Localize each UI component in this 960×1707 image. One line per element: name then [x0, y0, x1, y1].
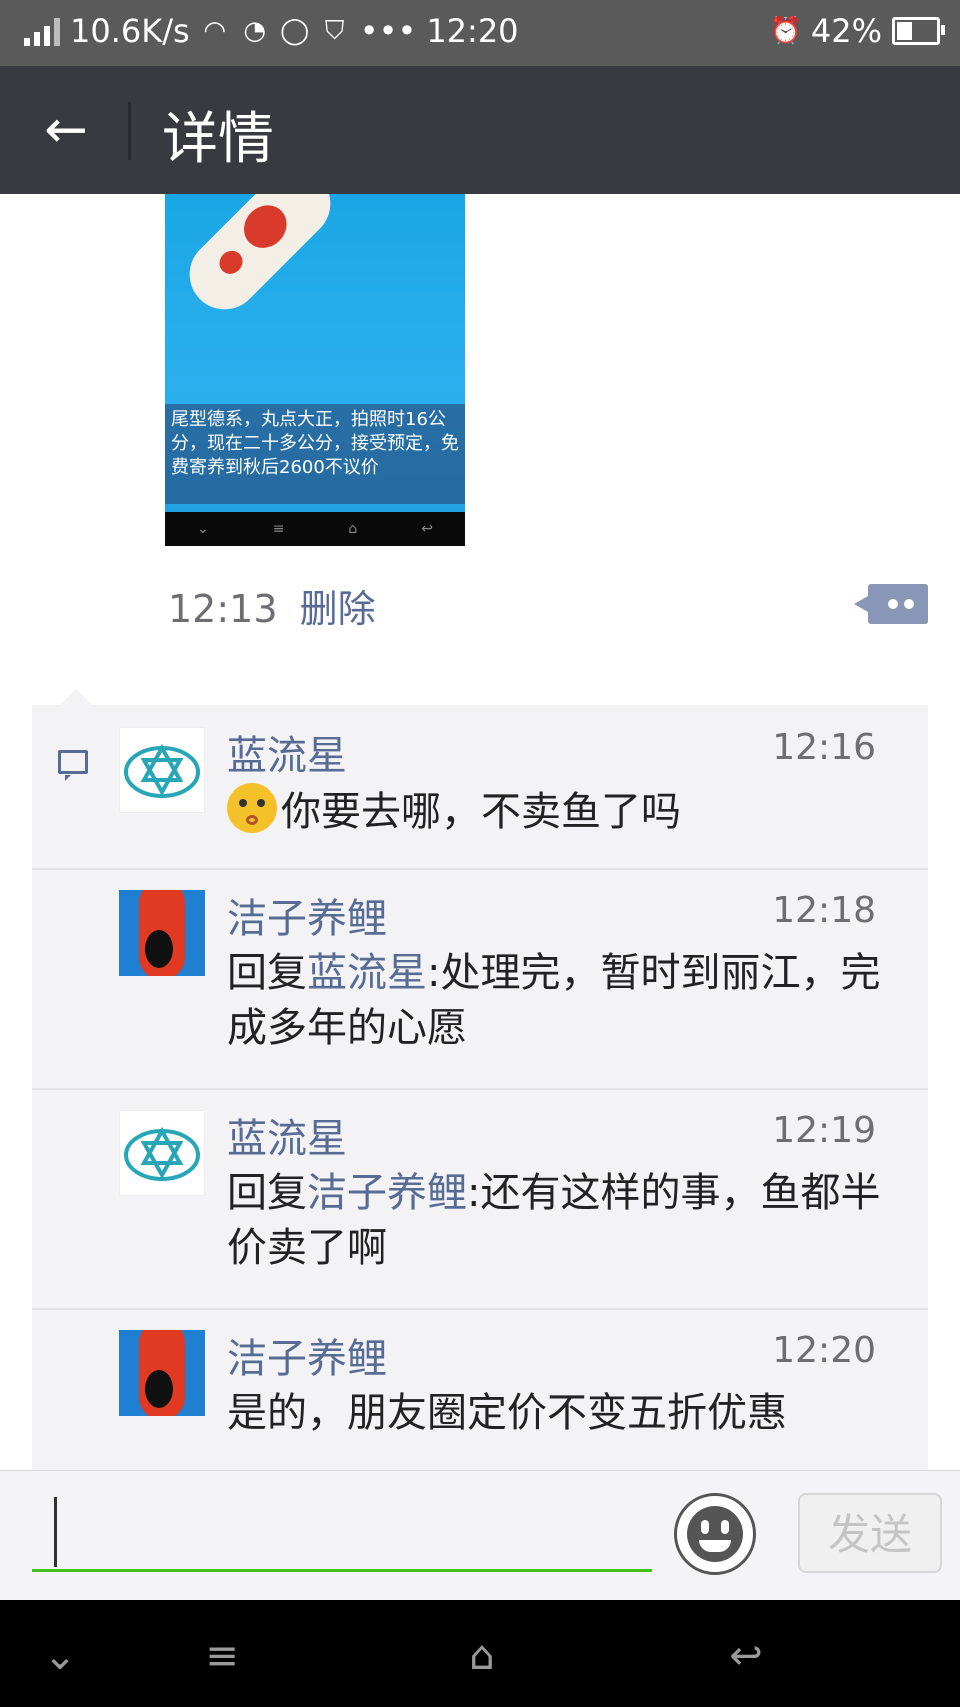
- alarm-icon: ⏰: [769, 16, 803, 46]
- comments-panel: 蓝流星 12:16 你要去哪，不卖鱼了吗 洁子养鲤 12:18 回复蓝流星:处理…: [32, 689, 928, 1470]
- reply-mention[interactable]: 蓝流星: [307, 950, 427, 996]
- comment-body: 是的，朋友圈定价不变五折优惠: [227, 1390, 787, 1436]
- reply-prefix: 回复: [227, 950, 307, 996]
- system-nav-bar: ⌄ ≡ ⌂ ↩: [0, 1600, 960, 1707]
- comment-time: 12:19: [772, 1110, 876, 1151]
- comment-item[interactable]: 蓝流星 12:16 你要去哪，不卖鱼了吗: [32, 705, 928, 870]
- star-of-david-icon: [124, 743, 200, 798]
- signal-icon: [24, 16, 60, 46]
- avatar[interactable]: [119, 1330, 205, 1416]
- comment-input[interactable]: [32, 1497, 652, 1572]
- dot-icon: [888, 599, 898, 609]
- commenter-name[interactable]: 蓝流星: [227, 1106, 347, 1164]
- delete-link[interactable]: 删除: [300, 587, 376, 631]
- chevron-down-icon: ⌄: [196, 521, 209, 537]
- comment-text: 回复蓝流星:处理完，暂时到丽江，完成多年的心愿: [227, 946, 887, 1056]
- net-speed: 10.6K/s: [70, 12, 190, 50]
- image-caption: 尾型德系，丸点大正，拍照时16公分，现在二十多公分，接受预定，免费寄养到秋后26…: [165, 404, 465, 504]
- avatar[interactable]: [119, 1110, 205, 1196]
- smiley-icon: [687, 1506, 743, 1562]
- menu-icon[interactable]: ≡: [192, 1626, 252, 1686]
- post-image[interactable]: 尾型德系，丸点大正，拍照时16公分，现在二十多公分，接受预定，免费寄养到秋后26…: [165, 194, 465, 546]
- app-bar: ← 详情: [0, 66, 960, 194]
- commenter-name[interactable]: 蓝流星: [227, 723, 347, 781]
- emoji-button[interactable]: [674, 1493, 756, 1575]
- reply-mention[interactable]: 洁子养鲤: [307, 1170, 467, 1216]
- qq-icon: ◯: [280, 16, 310, 46]
- comment-text: 是的，朋友圈定价不变五折优惠: [227, 1386, 887, 1441]
- text-cursor: [54, 1497, 57, 1567]
- dot-icon: [904, 599, 914, 609]
- battery-fill: [897, 22, 913, 40]
- send-button[interactable]: 发送: [798, 1493, 942, 1573]
- home-icon: ⌂: [348, 521, 358, 537]
- home-icon[interactable]: ⌂: [452, 1626, 512, 1686]
- return-icon: ↩: [421, 521, 433, 537]
- comment-time: 12:20: [772, 1330, 876, 1371]
- image-nav-bar: ⌄ ≡ ⌂ ↩: [165, 512, 465, 546]
- comment-item[interactable]: 洁子养鲤 12:20 是的，朋友圈定价不变五折优惠: [32, 1308, 928, 1470]
- wechat-icon: ◔: [243, 16, 267, 46]
- avatar[interactable]: [119, 890, 205, 976]
- page-title: 详情: [162, 107, 274, 172]
- arrow-left-icon[interactable]: ←: [36, 100, 96, 160]
- star-of-david-icon: [124, 1126, 200, 1181]
- battery-percent: 42%: [810, 12, 882, 50]
- comment-time: 12:18: [772, 890, 876, 931]
- comment-text: 你要去哪，不卖鱼了吗: [227, 783, 887, 840]
- comment-item[interactable]: 蓝流星 12:19 回复洁子养鲤:还有这样的事，鱼都半价卖了啊: [32, 1088, 928, 1310]
- battery-icon: [892, 17, 945, 45]
- chevron-down-icon[interactable]: ⌄: [30, 1626, 90, 1686]
- status-left: 10.6K/s ◠ ◔ ◯ ⛉ ••• 12:20: [24, 12, 519, 50]
- reply-prefix: 回复: [227, 1170, 307, 1216]
- status-right: ⏰ 42%: [769, 12, 945, 50]
- comment-body: 你要去哪，不卖鱼了吗: [281, 789, 681, 835]
- commenter-name[interactable]: 洁子养鲤: [227, 886, 387, 944]
- more-notifications-icon: •••: [359, 12, 417, 50]
- comment-item[interactable]: 洁子养鲤 12:18 回复蓝流星:处理完，暂时到丽江，完成多年的心愿: [32, 868, 928, 1090]
- post-time: 12:13: [168, 587, 278, 631]
- post-meta: 12:13 删除: [168, 578, 376, 633]
- avatar[interactable]: [119, 727, 205, 813]
- comment-time: 12:16: [772, 727, 876, 768]
- comment-menu-button[interactable]: [854, 584, 928, 624]
- status-bar: 10.6K/s ◠ ◔ ◯ ⛉ ••• 12:20 ⏰ 42%: [0, 0, 960, 66]
- comment-text: 回复洁子养鲤:还有这样的事，鱼都半价卖了啊: [227, 1166, 887, 1276]
- wifi-icon: ◠: [203, 16, 227, 46]
- comment-input-bar: 发送: [0, 1470, 960, 1601]
- header-divider: [128, 102, 131, 160]
- shield-icon: ⛉: [324, 15, 345, 46]
- commenter-name[interactable]: 洁子养鲤: [227, 1326, 387, 1384]
- koi-picture: [175, 194, 345, 324]
- status-clock: 12:20: [426, 12, 519, 50]
- back-icon[interactable]: ↩: [716, 1626, 776, 1686]
- menu-icon: ≡: [272, 521, 285, 537]
- surprised-emoji-icon: [227, 783, 277, 833]
